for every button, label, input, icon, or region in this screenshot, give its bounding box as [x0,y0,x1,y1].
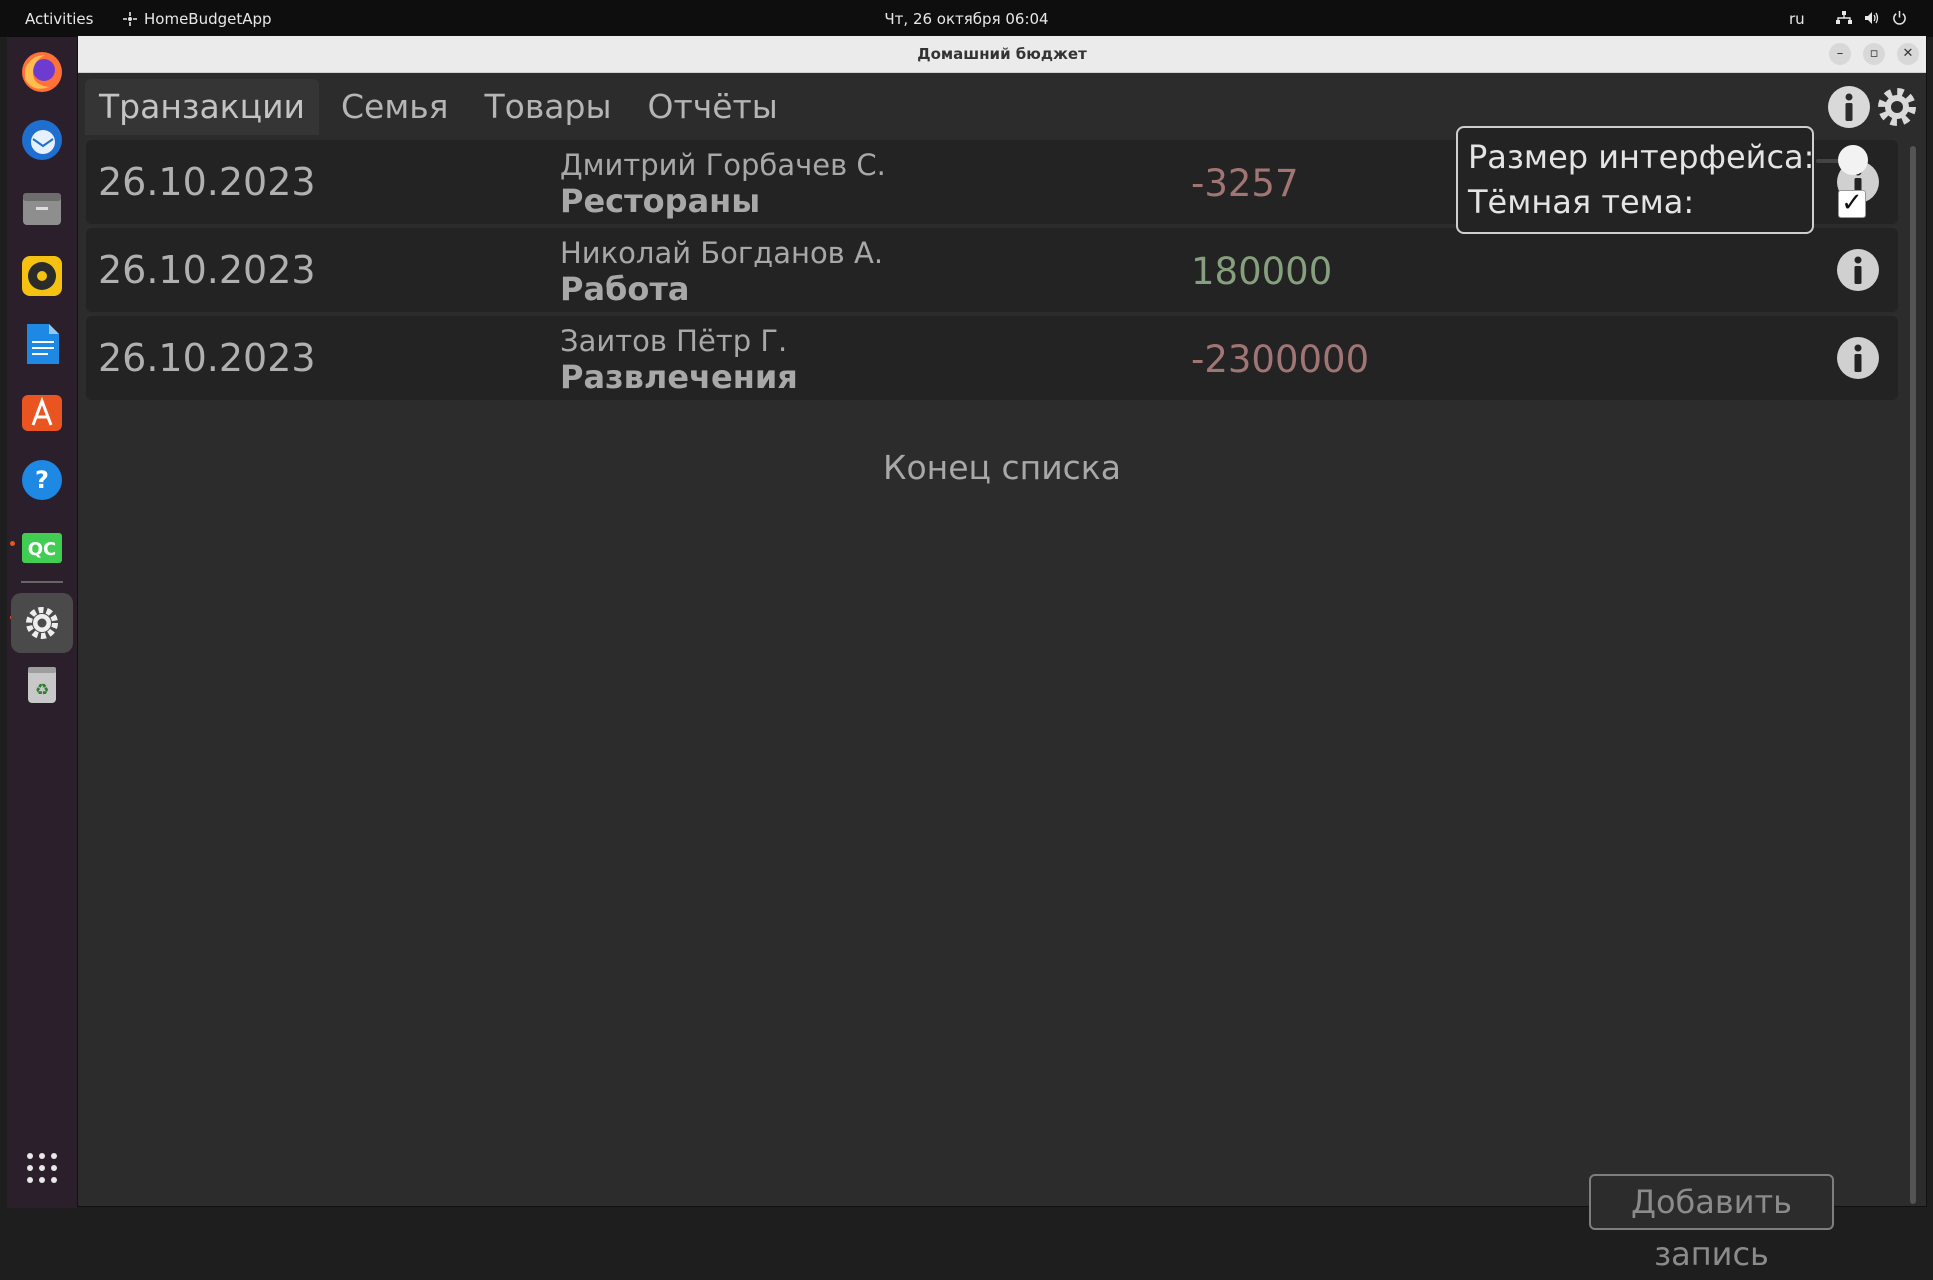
rhythmbox-icon[interactable] [19,253,65,299]
firefox-icon[interactable] [19,49,65,95]
transaction-category: Работа [560,270,690,308]
app-menu-icon [123,12,137,26]
transaction-date: 26.10.2023 [98,248,316,292]
interface-size-label: Размер интерфейса: [1468,138,1815,176]
app-center-icon[interactable] [19,389,65,435]
table-row[interactable]: 26.10.2023 Заитов Пётр Г. Развлечения -2… [86,316,1898,400]
running-indicator [10,541,15,546]
table-row[interactable]: 26.10.2023 Николай Богданов А. Работа 18… [86,228,1898,312]
transaction-person: Николай Богданов А. [560,236,884,270]
end-of-list-label: Конец списка [883,448,1121,487]
clock[interactable]: Чт, 26 октября 06:04 [884,10,1048,28]
app-menu-label: HomeBudgetApp [144,10,272,28]
transaction-category: Развлечения [560,358,798,396]
writer-icon[interactable] [19,321,65,367]
network-icon [1836,10,1852,24]
tab-transactions[interactable]: Транзакции [85,79,319,135]
window-title: Домашний бюджет [917,45,1087,63]
transaction-category: Рестораны [560,182,761,220]
files-icon[interactable] [19,185,65,231]
settings-app-icon[interactable] [11,593,73,653]
tab-reports[interactable]: Отчёты [634,79,792,135]
transaction-date: 26.10.2023 [98,160,316,204]
tab-bar: Транзакции Семья Товары Отчёты [85,79,800,135]
maximize-button[interactable]: ▫ [1863,43,1885,65]
app-grid-icon[interactable] [19,1145,65,1191]
thunderbird-icon[interactable] [19,117,65,163]
svg-text:?: ? [35,466,49,494]
svg-text:♻: ♻ [35,680,49,699]
qt-creator-icon[interactable]: QC [19,525,65,571]
interface-size-slider-handle[interactable] [1838,145,1868,175]
info-icon[interactable] [1827,85,1871,129]
info-icon[interactable] [1836,248,1880,292]
app-content: Транзакции Семья Товары Отчёты 26.10.202… [78,73,1926,1273]
transaction-amount: -2300000 [1191,338,1370,381]
dark-theme-label: Тёмная тема: [1468,183,1695,221]
dock-separator [21,581,63,583]
window-titlebar[interactable]: Домашний бюджет – ▫ ✕ [78,36,1926,73]
scrollbar[interactable] [1910,146,1916,1204]
system-tray[interactable] [1836,10,1907,25]
transaction-date: 26.10.2023 [98,336,316,380]
close-button[interactable]: ✕ [1897,43,1919,65]
transaction-person: Дмитрий Горбачев С. [560,148,886,182]
dark-theme-checkbox[interactable]: ✓ [1838,190,1866,218]
gear-icon[interactable] [1875,85,1919,129]
trash-icon[interactable]: ♻ [19,661,65,707]
activities-button[interactable]: Activities [25,10,93,28]
help-icon[interactable]: ? [19,457,65,503]
tab-family[interactable]: Семья [327,79,463,135]
power-icon [1893,10,1906,25]
add-record-button[interactable]: Добавить запись [1589,1174,1834,1273]
tab-products[interactable]: Товары [471,79,626,135]
keyboard-layout[interactable]: ru [1789,10,1805,28]
transaction-amount: 180000 [1191,250,1333,293]
volume-icon [1865,11,1879,24]
transaction-amount: -3257 [1191,162,1299,205]
app-menu[interactable]: HomeBudgetApp [122,10,272,28]
svg-text:QC: QC [28,539,57,560]
top-bar: Activities HomeBudgetApp Чт, 26 октября … [0,0,1933,37]
minimize-button[interactable]: – [1829,43,1851,65]
dock: ? QC ♻ [7,37,77,1208]
info-icon[interactable] [1836,336,1880,380]
transaction-person: Заитов Пётр Г. [560,324,788,358]
settings-popup: Размер интерфейса: Тёмная тема: ✓ [1456,126,1868,234]
